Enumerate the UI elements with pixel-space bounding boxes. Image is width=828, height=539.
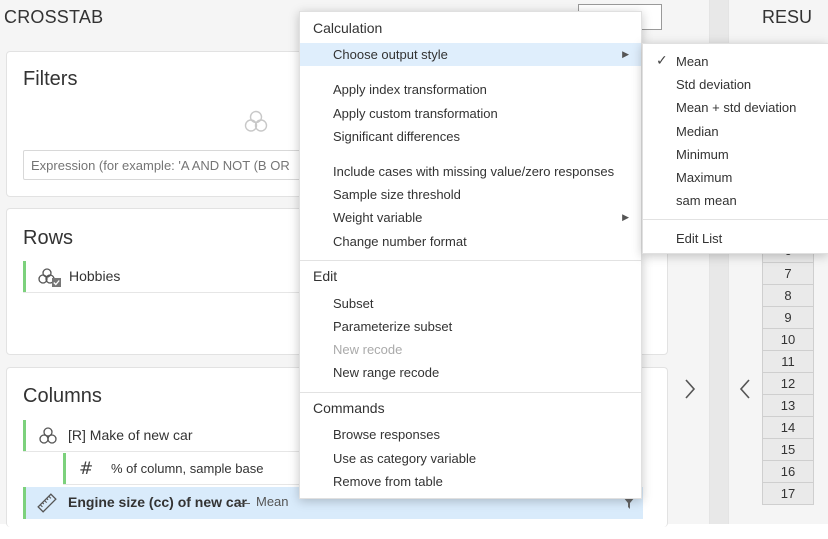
submenu-item-maximum[interactable]: Maximum <box>643 166 828 189</box>
row-number: 15 <box>763 439 813 461</box>
ruler-icon <box>37 493 57 513</box>
variable-accent-bar <box>23 487 26 519</box>
row-variable-hobbies[interactable]: Hobbies <box>23 261 343 293</box>
menu-item-apply-custom-transformation[interactable]: Apply custom transformation <box>300 102 641 125</box>
menu-item-apply-index-transformation[interactable]: Apply index transformation <box>300 78 641 101</box>
menu-item-weight-variable[interactable]: Weight variable ▶ <box>300 206 641 229</box>
menu-item-remove-from-table[interactable]: Remove from table <box>300 470 641 493</box>
menu-item-label: Weight variable <box>333 210 423 225</box>
row-number: 7 <box>763 263 813 285</box>
crosstab-title: CROSSTAB <box>4 7 104 27</box>
column-variable-make[interactable]: [R] Make of new car <box>23 420 303 452</box>
app-window: CROSSTAB RT Filters Rows Hobbies Columns <box>0 0 828 539</box>
menu-item-parameterize-subset[interactable]: Parameterize subset <box>300 315 641 338</box>
submenu-arrow-icon: ▶ <box>622 212 629 222</box>
multi-response-checked-icon <box>38 268 62 288</box>
statistic-suffix: Mean <box>256 494 289 509</box>
submenu-item-mean-std-deviation[interactable]: Mean + std deviation <box>643 96 828 119</box>
menu-item-significant-differences[interactable]: Significant differences <box>300 125 641 148</box>
menu-item-new-recode: New recode <box>333 342 403 357</box>
submenu-item-minimum[interactable]: Minimum <box>643 143 828 166</box>
submenu-item-median[interactable]: Median <box>643 120 828 143</box>
row-number: 17 <box>763 483 813 505</box>
submenu-arrow-icon: ▶ <box>622 49 629 59</box>
column-variable-label: [R] Make of new car <box>68 427 193 443</box>
multi-response-icon <box>38 427 58 445</box>
chevron-left-icon[interactable] <box>739 378 751 405</box>
menu-section-calculation: Calculation <box>313 20 383 36</box>
menu-item-browse-responses[interactable]: Browse responses <box>300 423 641 446</box>
column-variable-label: Engine size (cc) of new car <box>68 494 247 510</box>
row-number: 16 <box>763 461 813 483</box>
row-number: 9 <box>763 307 813 329</box>
variable-accent-bar <box>23 420 26 451</box>
hash-icon: # <box>79 459 94 479</box>
rows-title: Rows <box>23 227 74 249</box>
row-number: 11 <box>763 351 813 373</box>
column-statistic-label: % of column, sample base <box>111 461 264 476</box>
row-number: 13 <box>763 395 813 417</box>
menu-item-new-range-recode[interactable]: New range recode <box>300 361 641 384</box>
menu-item-use-as-category-variable[interactable]: Use as category variable <box>300 447 641 470</box>
row-number: 12 <box>763 373 813 395</box>
row-number: 14 <box>763 417 813 439</box>
multi-response-icon <box>243 110 269 139</box>
menu-section-edit: Edit <box>313 268 338 284</box>
variable-accent-bar <box>23 261 26 292</box>
menu-item-choose-output-style[interactable]: Choose output style ▶ <box>300 43 641 66</box>
row-number-column: 6 7 8 9 10 11 12 13 14 15 16 17 <box>762 240 814 505</box>
submenu-item-edit-list[interactable]: Edit List <box>643 227 828 250</box>
chevron-right-icon[interactable] <box>684 378 696 405</box>
submenu-item-std-deviation[interactable]: Std deviation <box>643 73 828 96</box>
menu-section-commands: Commands <box>313 400 385 416</box>
menu-divider <box>300 260 641 261</box>
row-variable-label: Hobbies <box>69 268 121 284</box>
context-menu: Calculation Choose output style ▶ Apply … <box>299 11 642 499</box>
menu-divider <box>643 219 828 220</box>
row-number: 10 <box>763 329 813 351</box>
filters-title: Filters <box>23 68 78 90</box>
suffix-separator: — <box>236 494 250 510</box>
menu-item-label: Choose output style <box>333 47 448 62</box>
results-title: RESU <box>762 7 813 27</box>
row-number: 8 <box>763 285 813 307</box>
output-style-submenu: ✓ Mean Std deviation Mean + std deviatio… <box>642 43 828 254</box>
menu-divider <box>300 392 641 393</box>
submenu-item-mean[interactable]: ✓ Mean <box>643 50 828 73</box>
variable-accent-bar <box>63 453 66 484</box>
submenu-item-sam-mean[interactable]: sam mean <box>643 189 828 212</box>
menu-item-subset[interactable]: Subset <box>300 292 641 315</box>
columns-title: Columns <box>23 385 102 407</box>
menu-item-sample-size-threshold[interactable]: Sample size threshold <box>300 183 641 206</box>
menu-item-change-number-format[interactable]: Change number format <box>300 230 641 253</box>
checkmark-icon: ✓ <box>656 53 668 69</box>
menu-item-include-missing-cases[interactable]: Include cases with missing value/zero re… <box>300 160 641 183</box>
submenu-item-label: Mean <box>676 54 709 69</box>
column-statistic-percent[interactable]: # % of column, sample base <box>63 453 303 485</box>
